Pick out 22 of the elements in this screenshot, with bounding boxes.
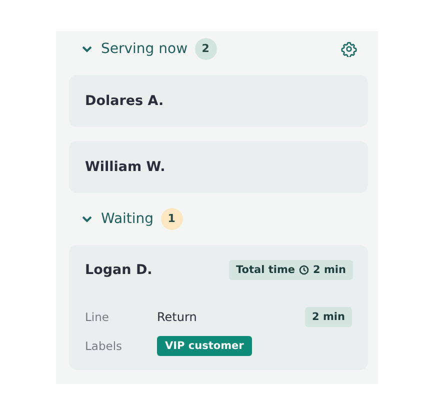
section-title: Serving now	[101, 40, 188, 57]
wait-time-badge: 2 min	[305, 306, 352, 326]
detail-value: Return	[157, 310, 197, 324]
chevron-icon	[82, 44, 92, 53]
detail-label: Line	[85, 310, 110, 324]
settings-button[interactable]	[341, 40, 357, 57]
section-title: Waiting	[101, 210, 154, 227]
count-badge: 2	[194, 38, 217, 60]
section-toggle[interactable]: Waiting	[82, 210, 154, 227]
clock-icon	[299, 265, 310, 276]
chevron-icon	[82, 214, 92, 223]
count-badge: 1	[160, 208, 183, 230]
customer-card[interactable]: Logan D. Total time 2 min Line Return 2 min Labels VIP customer	[69, 244, 368, 370]
customer-name: William W.	[85, 158, 166, 175]
detail-label: Labels	[85, 338, 124, 352]
section-toggle[interactable]: Serving now	[82, 40, 188, 57]
customer-name: Logan D.	[85, 262, 152, 278]
total-time-badge: Total time 2 min	[228, 260, 353, 280]
customer-card[interactable]: Dolares A.	[69, 74, 368, 127]
customer-card[interactable]: William W.	[69, 140, 368, 193]
customer-name: Dolares A.	[85, 92, 164, 109]
vip-tag: VIP customer	[157, 336, 252, 356]
